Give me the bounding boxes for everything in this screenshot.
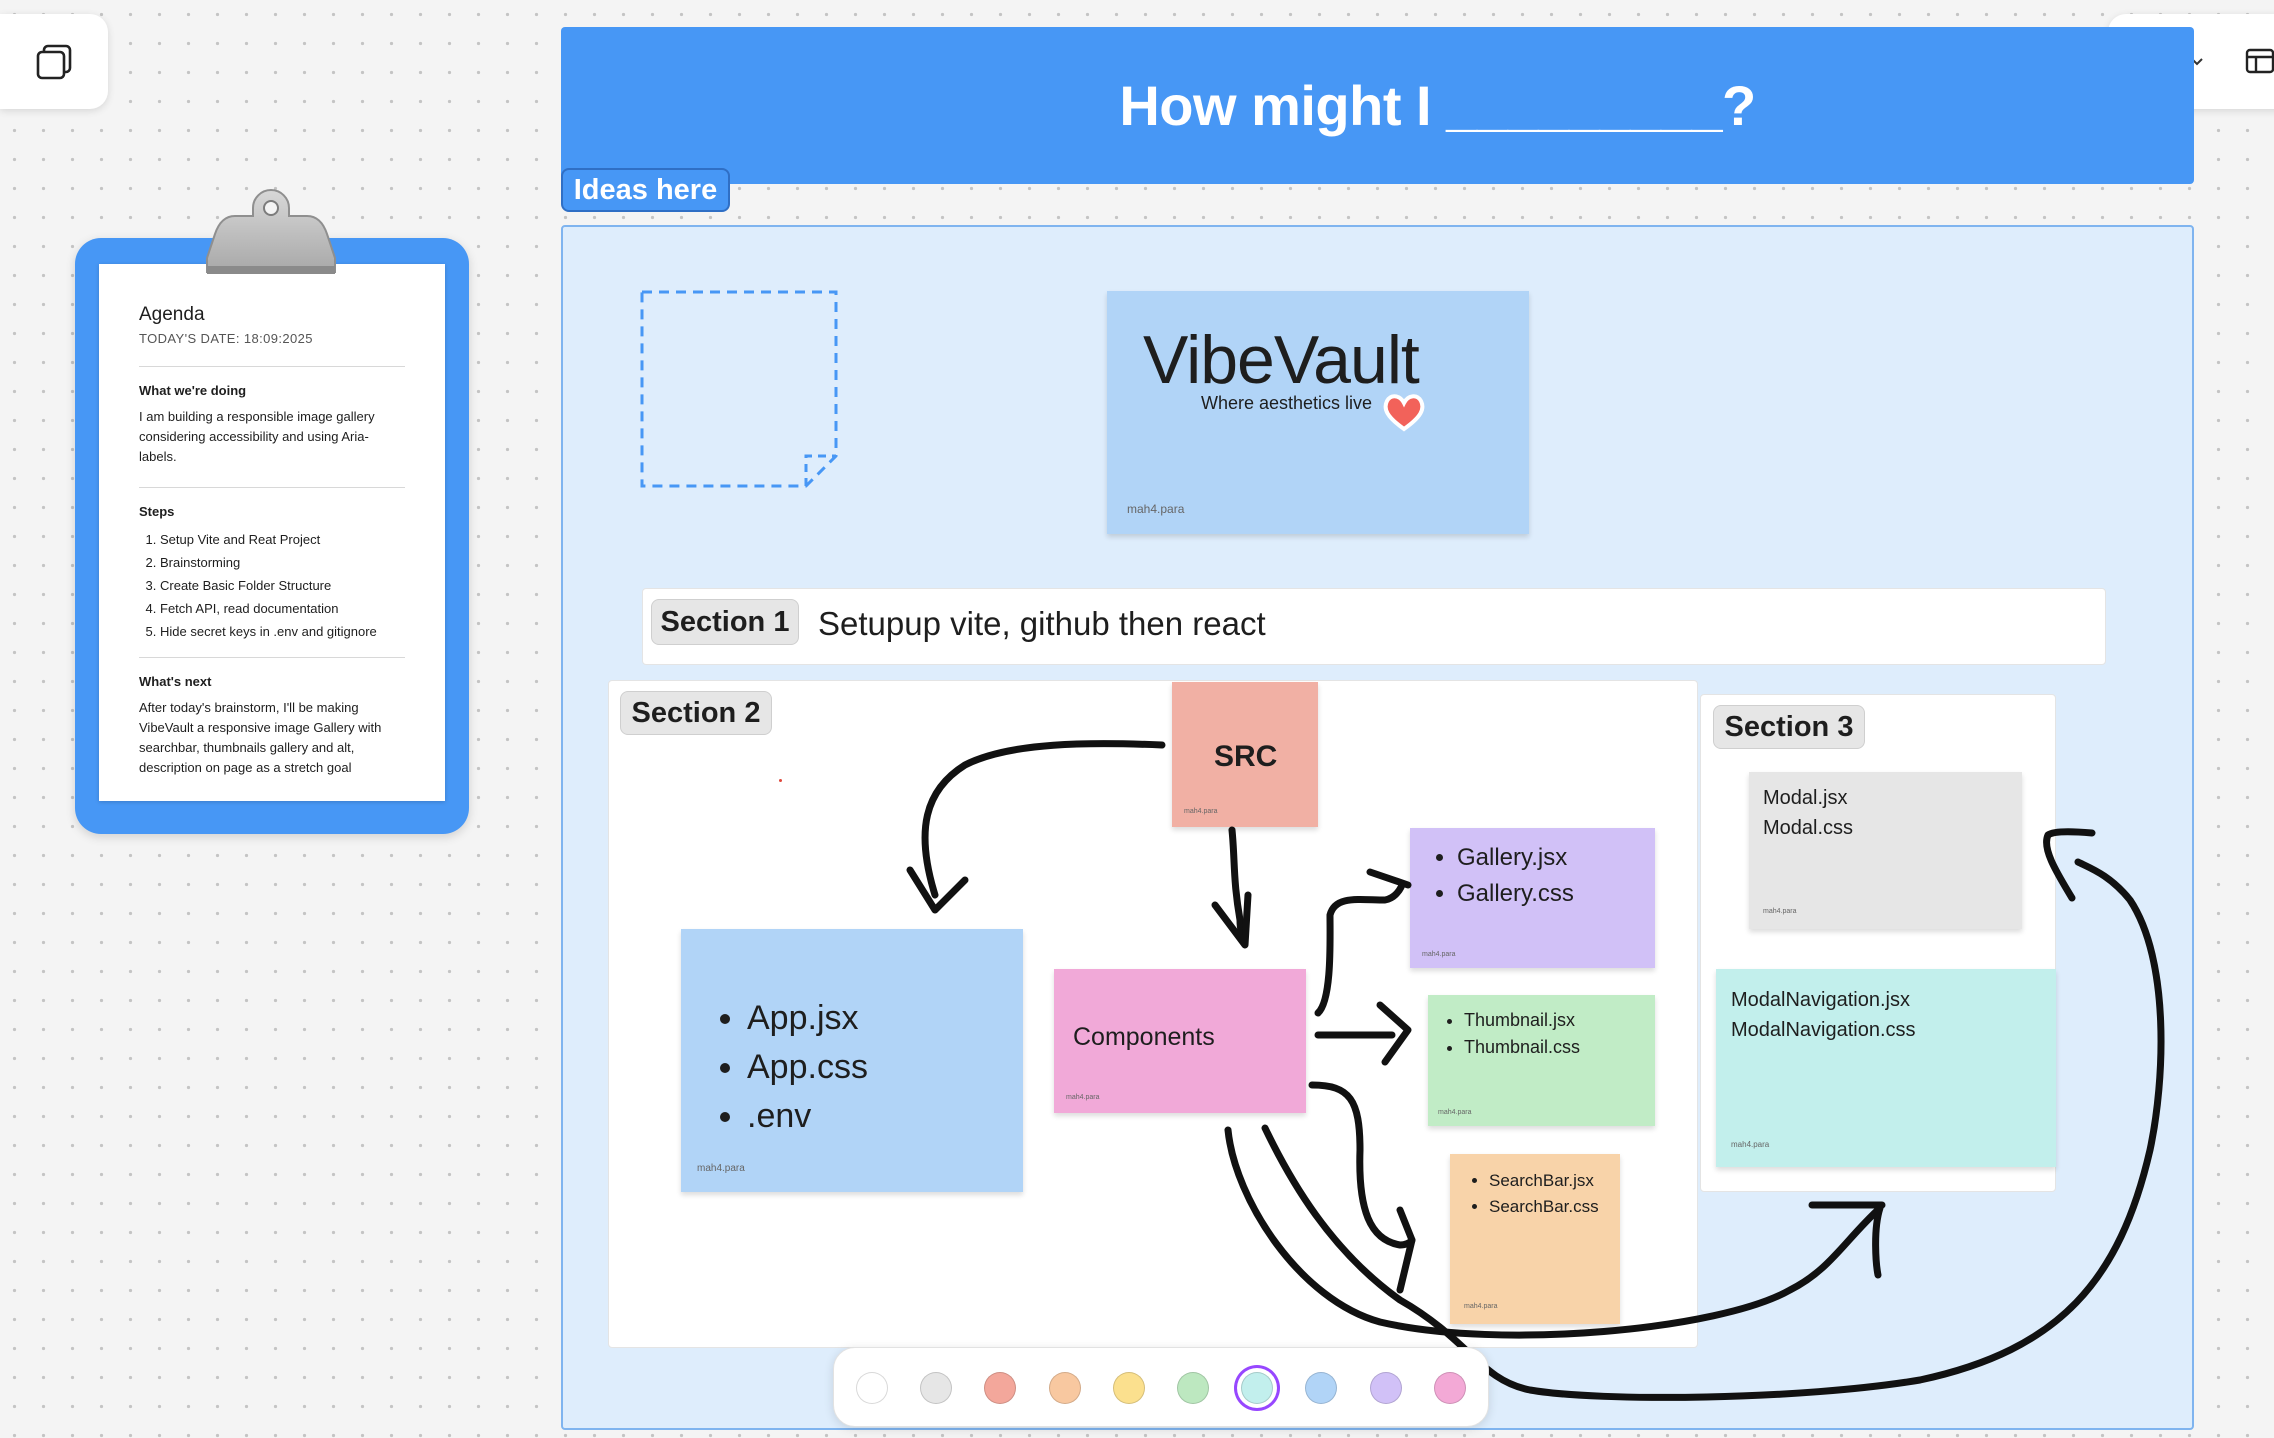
divider bbox=[139, 657, 405, 658]
ideas-section-label[interactable]: Ideas here bbox=[561, 168, 730, 212]
step-item: Fetch API, read documentation bbox=[160, 597, 405, 620]
modal-line-2: Modal.css bbox=[1763, 817, 1854, 839]
thumbnail-file-list: Thumbnail.jsx Thumbnail.css bbox=[1464, 1007, 1580, 1061]
layout-icon[interactable] bbox=[2244, 46, 2274, 76]
list-item: App.css bbox=[747, 1043, 868, 1092]
vibevault-title: VibeVault bbox=[1143, 322, 1420, 398]
agenda-paper: Agenda TODAY'S DATE: 18:09:2025 What we'… bbox=[99, 264, 445, 801]
gallery-file-list: Gallery.jsx Gallery.css bbox=[1457, 840, 1574, 912]
color-swatch[interactable] bbox=[1112, 1372, 1145, 1404]
header-banner[interactable]: How might I _________? bbox=[561, 27, 2194, 184]
divider bbox=[139, 487, 405, 488]
color-swatch[interactable] bbox=[920, 1372, 953, 1404]
list-item: .env bbox=[747, 1092, 868, 1141]
sticky-author: mah4.para bbox=[1731, 1140, 1770, 1149]
stray-dot bbox=[779, 779, 782, 782]
modal-navigation-sticky[interactable]: ModalNavigation.jsx ModalNavigation.css … bbox=[1716, 969, 2056, 1167]
color-swatch[interactable] bbox=[1433, 1372, 1466, 1404]
vibevault-sticky[interactable]: VibeVault Where aesthetics live mah4.par… bbox=[1107, 291, 1529, 534]
banner-title: How might I _________? bbox=[1119, 74, 1756, 137]
section-3-label[interactable]: Section 3 bbox=[1713, 705, 1865, 749]
sticky-author: mah4.para bbox=[1464, 1303, 1498, 1310]
sticky-author: mah4.para bbox=[697, 1163, 745, 1174]
thumbnail-sticky[interactable]: Thumbnail.jsx Thumbnail.css mah4.para bbox=[1428, 995, 1655, 1126]
color-swatch[interactable] bbox=[856, 1372, 888, 1404]
step-item: Brainstorming bbox=[160, 551, 405, 574]
app-file-list: App.jsx App.css .env bbox=[747, 994, 868, 1141]
steps-heading: Steps bbox=[139, 504, 175, 519]
searchbar-sticky[interactable]: SearchBar.jsx SearchBar.css mah4.para bbox=[1450, 1154, 1620, 1324]
section-2-label[interactable]: Section 2 bbox=[620, 691, 772, 735]
vibevault-subtitle: Where aesthetics live bbox=[1201, 393, 1373, 413]
steps-list: Setup Vite and Reat Project Brainstormin… bbox=[139, 528, 405, 643]
list-item: App.jsx bbox=[747, 994, 868, 1043]
color-swatch[interactable] bbox=[1048, 1372, 1081, 1404]
modalnav-line-1: ModalNavigation.jsx bbox=[1731, 989, 1910, 1011]
src-label: SRC bbox=[1214, 740, 1278, 773]
list-item: SearchBar.jsx bbox=[1489, 1168, 1599, 1194]
list-item: Gallery.jsx bbox=[1457, 840, 1574, 876]
sticky-author: mah4.para bbox=[1422, 951, 1456, 958]
color-swatch[interactable] bbox=[1241, 1372, 1274, 1404]
pages-icon bbox=[36, 44, 72, 79]
heart-icon bbox=[1383, 394, 1425, 432]
sticky-author: mah4.para bbox=[1184, 808, 1218, 815]
list-item: SearchBar.css bbox=[1489, 1194, 1599, 1220]
divider bbox=[139, 366, 405, 367]
next-text: After today's brainstorm, I'll be making… bbox=[139, 700, 382, 775]
step-item: Setup Vite and Reat Project bbox=[160, 528, 405, 551]
next-heading: What's next bbox=[139, 674, 212, 689]
step-item: Create Basic Folder Structure bbox=[160, 574, 405, 597]
sticky-author: mah4.para bbox=[1438, 1109, 1472, 1116]
pages-button[interactable] bbox=[0, 14, 108, 109]
list-item: Gallery.css bbox=[1457, 876, 1574, 912]
doing-text: I am building a responsible image galler… bbox=[139, 409, 375, 464]
list-item: Thumbnail.css bbox=[1464, 1034, 1580, 1061]
searchbar-file-list: SearchBar.jsx SearchBar.css bbox=[1489, 1168, 1599, 1220]
color-swatch[interactable] bbox=[1369, 1372, 1402, 1404]
gallery-sticky[interactable]: Gallery.jsx Gallery.css mah4.para bbox=[1410, 828, 1655, 968]
section-1-text: Setupup vite, github then react bbox=[818, 605, 1266, 642]
sticky-author: mah4.para bbox=[1066, 1094, 1100, 1101]
list-item: Thumbnail.jsx bbox=[1464, 1007, 1580, 1034]
src-sticky[interactable]: SRC mah4.para bbox=[1172, 682, 1318, 827]
color-swatch[interactable] bbox=[1177, 1372, 1209, 1404]
agenda-date: TODAY'S DATE: 18:09:2025 bbox=[139, 331, 313, 346]
section-1-label[interactable]: Section 1 bbox=[651, 599, 799, 645]
sticky-author: mah4.para bbox=[1127, 502, 1185, 516]
app-sticky[interactable]: App.jsx App.css .env mah4.para bbox=[681, 929, 1023, 1192]
agenda-title: Agenda bbox=[139, 304, 205, 325]
clip-icon bbox=[206, 188, 336, 274]
empty-sticky-placeholder[interactable] bbox=[640, 290, 840, 490]
step-item: Hide secret keys in .env and gitignore bbox=[160, 620, 405, 643]
modal-line-1: Modal.jsx bbox=[1763, 787, 1848, 809]
modal-sticky[interactable]: Modal.jsx Modal.css mah4.para bbox=[1749, 772, 2022, 929]
doing-heading: What we're doing bbox=[139, 383, 247, 398]
sticky-author: mah4.para bbox=[1763, 908, 1797, 915]
modalnav-line-2: ModalNavigation.css bbox=[1731, 1019, 1916, 1041]
components-label: Components bbox=[1073, 1023, 1215, 1051]
components-sticky[interactable]: Components mah4.para bbox=[1054, 969, 1306, 1113]
